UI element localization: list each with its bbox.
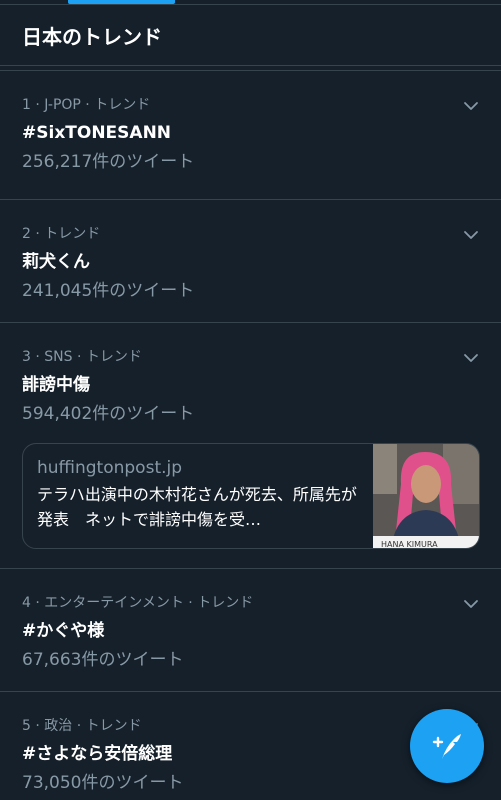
- trend-meta: 4 · エンターテインメント · トレンド: [22, 595, 254, 611]
- trend-meta: 5 · 政治 · トレンド: [22, 718, 142, 734]
- news-link-card[interactable]: huffingtonpost.jp テラハ出演中の木村花さんが死去、所属先が発表…: [22, 443, 480, 549]
- trend-name: #かぐや様: [22, 621, 105, 641]
- active-tab-indicator: [68, 0, 175, 4]
- compose-tweet-icon: [432, 734, 461, 759]
- trend-item-1[interactable]: 1 · J-POP · トレンド #SixTONESANN 256,217件のツ…: [0, 71, 501, 200]
- person-photo-image: HANA KIMURA: [373, 444, 479, 549]
- thumb-caption-text: HANA KIMURA: [381, 540, 438, 549]
- trend-tweet-count: 67,663件のツイート: [22, 650, 184, 670]
- trend-item-4[interactable]: 4 · エンターテインメント · トレンド #かぐや様 67,663件のツイート: [0, 569, 501, 692]
- news-card-domain: huffingtonpost.jp: [37, 458, 183, 478]
- news-card-text: huffingtonpost.jp テラハ出演中の木村花さんが死去、所属先が発表…: [23, 444, 373, 548]
- trend-name: 莉犬くん: [22, 252, 90, 272]
- trend-meta: 3 · SNS · トレンド: [22, 349, 142, 365]
- trend-tweet-count: 73,050件のツイート: [22, 773, 184, 793]
- trend-tweet-count: 241,045件のツイート: [22, 281, 195, 301]
- chevron-down-icon[interactable]: [463, 350, 479, 366]
- trend-name: #SixTONESANN: [22, 123, 172, 143]
- news-card-title: テラハ出演中の木村花さんが死去、所属先が発表 ネットで誹謗中傷を受…: [37, 485, 357, 529]
- trend-tweet-count: 594,402件のツイート: [22, 404, 195, 424]
- chevron-down-icon[interactable]: [463, 227, 479, 243]
- trend-meta: 1 · J-POP · トレンド: [22, 97, 151, 113]
- top-tab-strip: [0, 0, 501, 5]
- trend-item-3[interactable]: 3 · SNS · トレンド 誹謗中傷 594,402件のツイート huffin…: [0, 323, 501, 569]
- trend-item-2[interactable]: 2 · トレンド 莉犬くん 241,045件のツイート: [0, 200, 501, 323]
- news-card-thumbnail: HANA KIMURA: [373, 444, 479, 549]
- trend-meta: 2 · トレンド: [22, 226, 101, 242]
- page-title: 日本のトレンド: [22, 24, 162, 49]
- chevron-down-icon[interactable]: [463, 98, 479, 114]
- chevron-down-icon[interactable]: [463, 596, 479, 612]
- compose-tweet-button[interactable]: [410, 709, 484, 783]
- trend-name: 誹謗中傷: [22, 375, 90, 395]
- page-header: 日本のトレンド: [0, 5, 501, 65]
- trend-tweet-count: 256,217件のツイート: [22, 152, 195, 172]
